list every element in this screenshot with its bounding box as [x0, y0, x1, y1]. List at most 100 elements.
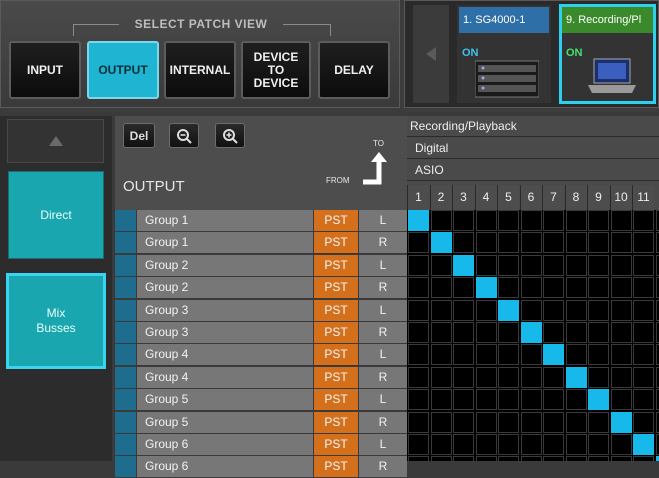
patch-cell-on[interactable] — [431, 232, 452, 253]
patch-cell[interactable] — [521, 434, 542, 455]
patch-cell[interactable] — [588, 322, 609, 343]
patch-cell[interactable] — [656, 277, 659, 298]
patch-cell[interactable] — [498, 389, 519, 410]
patch-cell[interactable] — [566, 456, 587, 461]
patch-cell-on[interactable] — [476, 277, 497, 298]
patch-cell[interactable] — [408, 367, 429, 388]
patch-cell-on[interactable] — [656, 456, 659, 461]
patch-cell[interactable] — [543, 210, 564, 231]
patch-cell[interactable] — [453, 389, 474, 410]
patch-cell[interactable] — [656, 344, 659, 365]
patch-cell[interactable] — [566, 232, 587, 253]
patch-cell[interactable] — [476, 389, 497, 410]
patch-cell[interactable] — [543, 232, 564, 253]
pst-button[interactable]: PST — [314, 389, 358, 410]
pst-button[interactable]: PST — [314, 322, 358, 343]
patch-cell[interactable] — [588, 344, 609, 365]
device-to-device-button[interactable]: DEVICE TO DEVICE — [241, 41, 311, 99]
patch-cell[interactable] — [521, 300, 542, 321]
patch-cell-on[interactable] — [453, 255, 474, 276]
internal-button[interactable]: INTERNAL — [164, 41, 236, 99]
patch-cell[interactable] — [408, 232, 429, 253]
patch-cell[interactable] — [566, 344, 587, 365]
patch-cell[interactable] — [498, 412, 519, 433]
patch-cell[interactable] — [408, 322, 429, 343]
patch-cell[interactable] — [521, 367, 542, 388]
patch-cell[interactable] — [431, 412, 452, 433]
patch-cell[interactable] — [498, 232, 519, 253]
patch-cell[interactable] — [611, 300, 632, 321]
patch-cell[interactable] — [431, 389, 452, 410]
patch-cell[interactable] — [633, 322, 654, 343]
patch-cell[interactable] — [543, 322, 564, 343]
patch-cell[interactable] — [588, 277, 609, 298]
patch-cell[interactable] — [498, 434, 519, 455]
pst-button[interactable]: PST — [314, 300, 358, 321]
patch-cell[interactable] — [656, 412, 659, 433]
patch-cell[interactable] — [543, 456, 564, 461]
patch-cell[interactable] — [656, 367, 659, 388]
patch-cell[interactable] — [543, 434, 564, 455]
patch-cell[interactable] — [566, 389, 587, 410]
patch-cell[interactable] — [588, 300, 609, 321]
pst-button[interactable]: PST — [314, 277, 358, 298]
patch-cell[interactable] — [453, 300, 474, 321]
patch-cell-on[interactable] — [498, 300, 519, 321]
patch-cell[interactable] — [656, 210, 659, 231]
pst-button[interactable]: PST — [314, 434, 358, 455]
pst-button[interactable]: PST — [314, 367, 358, 388]
patch-cell[interactable] — [543, 412, 564, 433]
patch-cell[interactable] — [543, 367, 564, 388]
patch-cell[interactable] — [498, 322, 519, 343]
patch-cell[interactable] — [498, 210, 519, 231]
patch-cell[interactable] — [476, 255, 497, 276]
patch-cell-on[interactable] — [611, 412, 632, 433]
patch-cell[interactable] — [566, 300, 587, 321]
patch-cell[interactable] — [633, 277, 654, 298]
patch-cell[interactable] — [611, 277, 632, 298]
patch-cell[interactable] — [431, 434, 452, 455]
patch-cell[interactable] — [453, 322, 474, 343]
patch-cell[interactable] — [633, 389, 654, 410]
patch-cell[interactable] — [453, 277, 474, 298]
pst-button[interactable]: PST — [314, 255, 358, 276]
patch-cell[interactable] — [633, 367, 654, 388]
patch-cell[interactable] — [566, 277, 587, 298]
patch-cell[interactable] — [476, 367, 497, 388]
patch-cell[interactable] — [633, 255, 654, 276]
patch-cell[interactable] — [633, 412, 654, 433]
patch-cell[interactable] — [656, 389, 659, 410]
device-card-sg4000[interactable]: 1. SG4000-1 ON — [457, 5, 551, 103]
patch-cell[interactable] — [408, 344, 429, 365]
patch-cell[interactable] — [408, 300, 429, 321]
patch-cell[interactable] — [498, 456, 519, 461]
patch-cell[interactable] — [453, 456, 474, 461]
patch-cell[interactable] — [476, 300, 497, 321]
patch-cell[interactable] — [521, 277, 542, 298]
patch-cell[interactable] — [498, 277, 519, 298]
patch-cell[interactable] — [408, 277, 429, 298]
device-card-recording-playback[interactable]: 9. Recording/Pl ON — [559, 4, 656, 104]
input-button[interactable]: INPUT — [9, 41, 81, 99]
patch-cell-on[interactable] — [408, 210, 429, 231]
patch-cell[interactable] — [408, 255, 429, 276]
patch-cell[interactable] — [543, 277, 564, 298]
patch-cell[interactable] — [543, 389, 564, 410]
patch-cell[interactable] — [476, 344, 497, 365]
patch-cell-on[interactable] — [521, 322, 542, 343]
patch-cell[interactable] — [566, 434, 587, 455]
patch-cell[interactable] — [453, 434, 474, 455]
patch-cell[interactable] — [498, 344, 519, 365]
patch-cell[interactable] — [611, 456, 632, 461]
patch-cell[interactable] — [588, 232, 609, 253]
patch-cell[interactable] — [476, 456, 497, 461]
patch-cell[interactable] — [611, 322, 632, 343]
patch-cell[interactable] — [476, 412, 497, 433]
patch-cell[interactable] — [656, 434, 659, 455]
patch-cell[interactable] — [611, 232, 632, 253]
patch-cell[interactable] — [588, 434, 609, 455]
patch-cell[interactable] — [521, 344, 542, 365]
patch-cell-on[interactable] — [566, 367, 587, 388]
patch-cell[interactable] — [656, 322, 659, 343]
patch-cell[interactable] — [633, 210, 654, 231]
